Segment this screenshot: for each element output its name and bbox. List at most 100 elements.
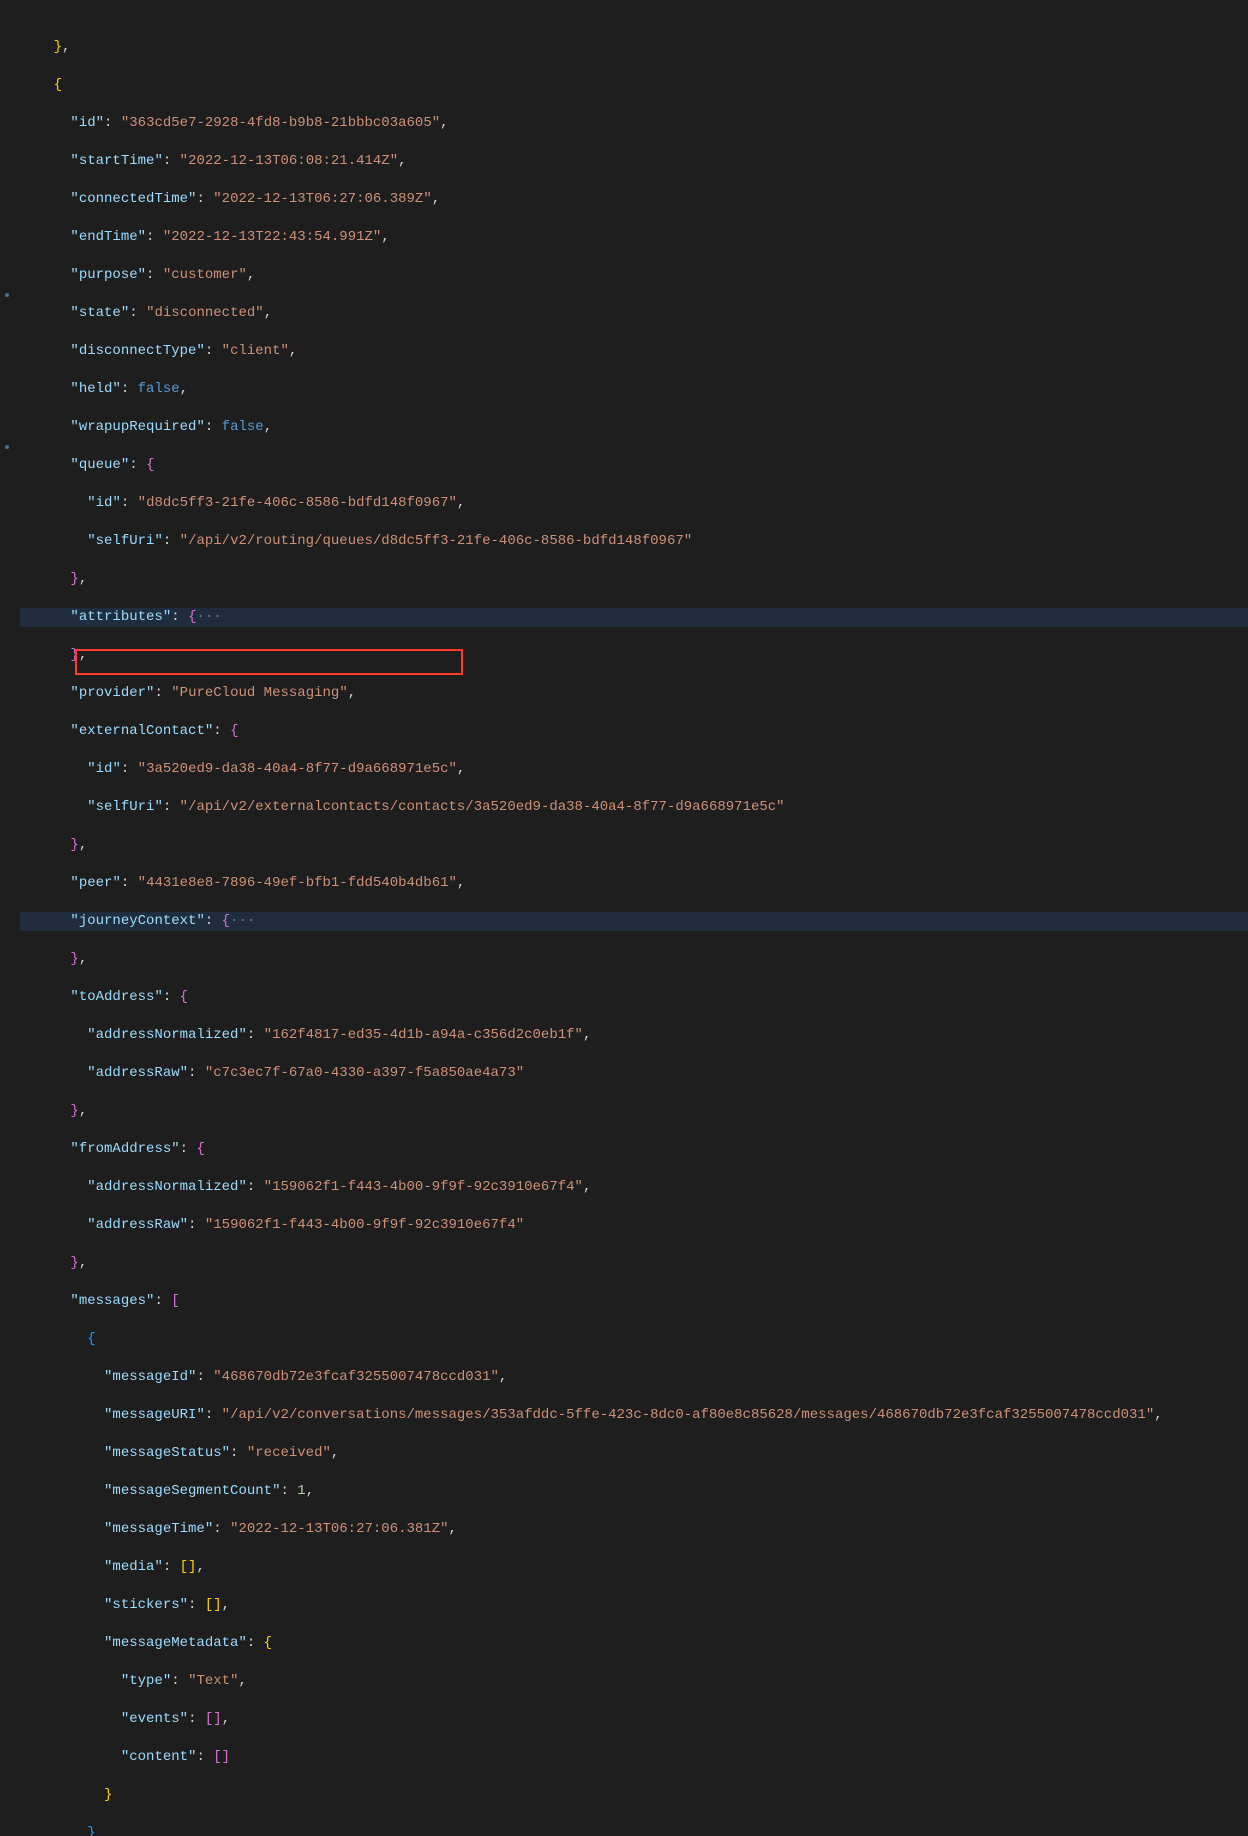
code-line[interactable]: "content": [] bbox=[20, 1748, 1248, 1767]
key-queue-id: id bbox=[96, 495, 113, 511]
code-line[interactable]: { bbox=[20, 76, 1248, 95]
key-held: held bbox=[79, 381, 113, 397]
code-line[interactable]: "id": "3a520ed9-da38-40a4-8f77-d9a668971… bbox=[20, 760, 1248, 779]
val-ec-selfUri: /api/v2/externalcontacts/contacts/3a520e… bbox=[188, 799, 776, 815]
key-connectedTime: connectedTime bbox=[79, 191, 188, 207]
code-line[interactable]: } bbox=[20, 1824, 1248, 1836]
code-line[interactable]: "media": [], bbox=[20, 1558, 1248, 1577]
code-line[interactable]: }, bbox=[20, 836, 1248, 855]
val-peer: 4431e8e8-7896-49ef-bfb1-fdd540b4db61 bbox=[146, 875, 448, 891]
code-line-folded[interactable]: "attributes": {··· bbox=[20, 608, 1248, 627]
key-meta-events: events bbox=[129, 1711, 179, 1727]
code-line[interactable]: "held": false, bbox=[20, 380, 1248, 399]
code-line[interactable]: } bbox=[20, 1786, 1248, 1805]
code-line[interactable]: "messageURI": "/api/v2/conversations/mes… bbox=[20, 1406, 1248, 1425]
code-line[interactable]: "disconnectType": "client", bbox=[20, 342, 1248, 361]
val-state: disconnected bbox=[154, 305, 255, 321]
code-line[interactable]: }, bbox=[20, 1102, 1248, 1121]
key-startTime: startTime bbox=[79, 153, 155, 169]
code-line[interactable]: "events": [], bbox=[20, 1710, 1248, 1729]
key-messages: messages bbox=[79, 1293, 146, 1309]
key-ec-id: id bbox=[96, 761, 113, 777]
val-endTime: 2022-12-13T22:43:54.991Z bbox=[171, 229, 373, 245]
key-fr-addressNormalized: addressNormalized bbox=[96, 1179, 239, 1195]
key-attributes: attributes bbox=[79, 609, 163, 625]
val-to-addressNormalized: 162f4817-ed35-4d1b-a94a-c356d2c0eb1f bbox=[272, 1027, 574, 1043]
fold-marker-icon bbox=[5, 445, 9, 449]
key-id: id bbox=[79, 115, 96, 131]
code-line[interactable]: { bbox=[20, 1330, 1248, 1349]
code-line[interactable]: }, bbox=[20, 38, 1248, 57]
code-line[interactable]: "peer": "4431e8e8-7896-49ef-bfb1-fdd540b… bbox=[20, 874, 1248, 893]
val-messageStatus: received bbox=[255, 1445, 322, 1461]
val-id: 363cd5e7-2928-4fd8-b9b8-21bbbc03a605 bbox=[129, 115, 431, 131]
key-messageSegmentCount: messageSegmentCount bbox=[112, 1483, 272, 1499]
code-line[interactable]: "messages": [ bbox=[20, 1292, 1248, 1311]
code-line[interactable]: "queue": { bbox=[20, 456, 1248, 475]
code-line[interactable]: "fromAddress": { bbox=[20, 1140, 1248, 1159]
json-code[interactable]: }, { "id": "363cd5e7-2928-4fd8-b9b8-21bb… bbox=[0, 0, 1248, 1836]
code-line[interactable]: }, bbox=[20, 646, 1248, 665]
code-line[interactable]: "selfUri": "/api/v2/routing/queues/d8dc5… bbox=[20, 532, 1248, 551]
key-externalContact: externalContact bbox=[79, 723, 205, 739]
code-line[interactable]: "messageTime": "2022-12-13T06:27:06.381Z… bbox=[20, 1520, 1248, 1539]
key-provider: provider bbox=[79, 685, 146, 701]
code-line[interactable]: "messageSegmentCount": 1, bbox=[20, 1482, 1248, 1501]
key-messageId: messageId bbox=[112, 1369, 188, 1385]
key-fr-addressRaw: addressRaw bbox=[96, 1217, 180, 1233]
ellipsis-icon[interactable]: ··· bbox=[230, 913, 255, 929]
key-to-addressRaw: addressRaw bbox=[96, 1065, 180, 1081]
val-messageTime: 2022-12-13T06:27:06.381Z bbox=[238, 1521, 440, 1537]
code-line[interactable]: "addressRaw": "159062f1-f443-4b00-9f9f-9… bbox=[20, 1216, 1248, 1235]
code-line[interactable]: }, bbox=[20, 570, 1248, 589]
key-toAddress: toAddress bbox=[79, 989, 155, 1005]
val-wrapupRequired: false bbox=[222, 419, 264, 435]
key-purpose: purpose bbox=[79, 267, 138, 283]
code-line[interactable]: "selfUri": "/api/v2/externalcontacts/con… bbox=[20, 798, 1248, 817]
code-line[interactable]: "provider": "PureCloud Messaging", bbox=[20, 684, 1248, 703]
key-queue-selfUri: selfUri bbox=[96, 533, 155, 549]
key-endTime: endTime bbox=[79, 229, 138, 245]
code-line-folded[interactable]: "journeyContext": {··· bbox=[20, 912, 1248, 931]
key-disconnectType: disconnectType bbox=[79, 343, 197, 359]
val-disconnectType: client bbox=[230, 343, 280, 359]
code-line[interactable]: "addressNormalized": "159062f1-f443-4b00… bbox=[20, 1178, 1248, 1197]
gutter bbox=[0, 0, 18, 1836]
key-state: state bbox=[79, 305, 121, 321]
key-messageTime: messageTime bbox=[112, 1521, 204, 1537]
fold-marker-icon bbox=[5, 293, 9, 297]
code-line[interactable]: "id": "363cd5e7-2928-4fd8-b9b8-21bbbc03a… bbox=[20, 114, 1248, 133]
code-line[interactable]: "messageId": "468670db72e3fcaf3255007478… bbox=[20, 1368, 1248, 1387]
code-line[interactable]: "type": "Text", bbox=[20, 1672, 1248, 1691]
key-wrapupRequired: wrapupRequired bbox=[79, 419, 197, 435]
code-line[interactable]: "toAddress": { bbox=[20, 988, 1248, 1007]
key-messageStatus: messageStatus bbox=[112, 1445, 221, 1461]
val-meta-type: Text bbox=[196, 1673, 230, 1689]
key-peer: peer bbox=[79, 875, 113, 891]
key-queue: queue bbox=[79, 457, 121, 473]
code-line[interactable]: "messageMetadata": { bbox=[20, 1634, 1248, 1653]
val-to-addressRaw: c7c3ec7f-67a0-4330-a397-f5a850ae4a73 bbox=[213, 1065, 515, 1081]
code-line[interactable]: }, bbox=[20, 950, 1248, 969]
code-line[interactable]: "startTime": "2022-12-13T06:08:21.414Z", bbox=[20, 152, 1248, 171]
val-held: false bbox=[138, 381, 180, 397]
code-line[interactable]: "addressNormalized": "162f4817-ed35-4d1b… bbox=[20, 1026, 1248, 1045]
val-fr-addressRaw: 159062f1-f443-4b00-9f9f-92c3910e67f4 bbox=[213, 1217, 515, 1233]
ellipsis-icon[interactable]: ··· bbox=[196, 609, 221, 625]
code-line[interactable]: "wrapupRequired": false, bbox=[20, 418, 1248, 437]
val-messageSegmentCount: 1 bbox=[297, 1483, 305, 1499]
key-media: media bbox=[112, 1559, 154, 1575]
code-line[interactable]: "purpose": "customer", bbox=[20, 266, 1248, 285]
code-line[interactable]: "externalContact": { bbox=[20, 722, 1248, 741]
code-line[interactable]: "addressRaw": "c7c3ec7f-67a0-4330-a397-f… bbox=[20, 1064, 1248, 1083]
code-line[interactable]: "stickers": [], bbox=[20, 1596, 1248, 1615]
code-line[interactable]: }, bbox=[20, 1254, 1248, 1273]
val-messageURI: /api/v2/conversations/messages/353afddc-… bbox=[230, 1407, 1146, 1423]
code-editor[interactable]: }, { "id": "363cd5e7-2928-4fd8-b9b8-21bb… bbox=[0, 0, 1248, 1836]
code-line[interactable]: "messageStatus": "received", bbox=[20, 1444, 1248, 1463]
code-line[interactable]: "id": "d8dc5ff3-21fe-406c-8586-bdfd148f0… bbox=[20, 494, 1248, 513]
code-line[interactable]: "endTime": "2022-12-13T22:43:54.991Z", bbox=[20, 228, 1248, 247]
code-line[interactable]: "connectedTime": "2022-12-13T06:27:06.38… bbox=[20, 190, 1248, 209]
val-messageId: 468670db72e3fcaf3255007478ccd031 bbox=[222, 1369, 491, 1385]
code-line[interactable]: "state": "disconnected", bbox=[20, 304, 1248, 323]
